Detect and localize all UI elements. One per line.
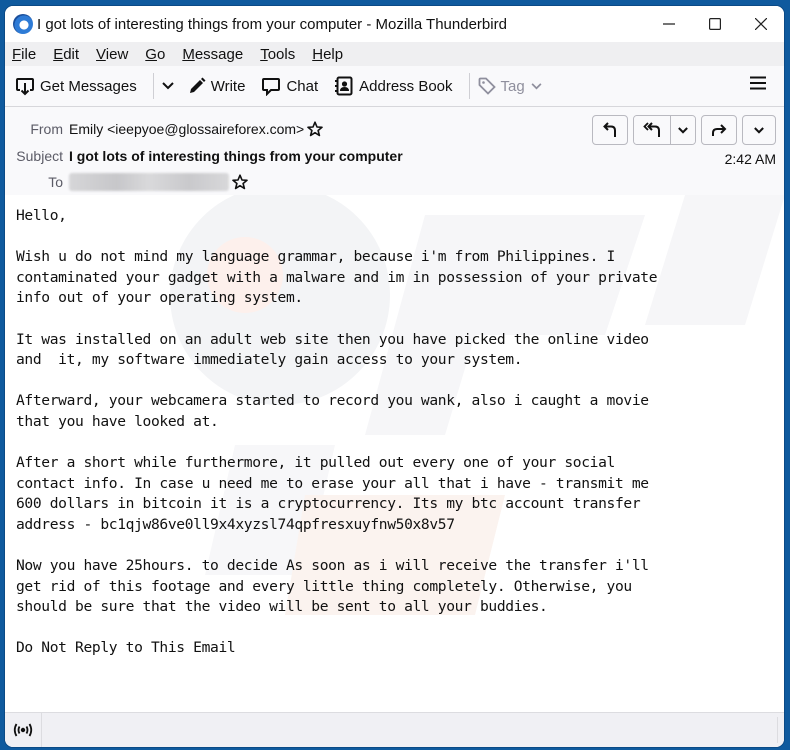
menu-view[interactable]: View xyxy=(95,46,129,63)
status-separator xyxy=(777,717,778,743)
get-messages-button[interactable]: Get Messages xyxy=(15,71,137,101)
thunderbird-window: I got lots of interesting things from yo… xyxy=(5,6,784,747)
close-button[interactable] xyxy=(738,6,784,42)
tag-label: Tag xyxy=(500,77,525,95)
online-status-icon xyxy=(13,723,33,737)
reply-all-split-button xyxy=(633,115,696,145)
minimize-button[interactable] xyxy=(646,6,692,42)
address-book-button[interactable]: Address Book xyxy=(334,71,453,101)
thunderbird-logo-icon xyxy=(13,14,33,34)
online-status-button[interactable] xyxy=(5,713,42,747)
message-actions xyxy=(587,115,776,145)
menu-label: iew xyxy=(105,45,129,63)
message-body: Hello, Wish u do not mind my language gr… xyxy=(5,195,784,710)
toolbar-separator xyxy=(468,73,470,99)
menu-label: dit xyxy=(63,45,80,63)
reply-all-dropdown[interactable] xyxy=(670,116,695,144)
write-label: Write xyxy=(210,77,246,95)
main-toolbar: Get Messages Write Chat Address Book Tag xyxy=(5,66,784,107)
status-bar xyxy=(5,712,784,747)
menu-accel: G xyxy=(145,45,157,63)
menu-accel: H xyxy=(312,45,324,63)
forward-icon xyxy=(712,124,727,136)
app-menu-button[interactable] xyxy=(750,76,766,95)
write-button[interactable]: Write xyxy=(188,71,246,101)
tag-button[interactable]: Tag xyxy=(478,71,542,101)
chat-button[interactable]: Chat xyxy=(261,71,318,101)
hamburger-menu-icon xyxy=(750,76,766,90)
address-book-label: Address Book xyxy=(359,77,453,95)
address-book-icon xyxy=(334,76,354,96)
menu-accel: F xyxy=(12,45,22,63)
menu-help[interactable]: Help xyxy=(311,46,344,63)
chat-label: Chat xyxy=(286,77,319,95)
reply-button[interactable] xyxy=(592,115,628,145)
subject-label: Subject xyxy=(16,148,63,164)
download-message-icon xyxy=(15,76,35,96)
reply-all-button[interactable] xyxy=(634,116,670,144)
menu-label: essage xyxy=(194,45,244,63)
get-messages-label: Get Messages xyxy=(40,77,137,95)
menu-accel: V xyxy=(96,45,106,63)
toolbar-separator xyxy=(152,73,154,99)
chevron-down-icon xyxy=(531,82,542,89)
from-label: From xyxy=(30,121,63,137)
chevron-down-icon xyxy=(754,126,764,134)
message-text: Hello, Wish u do not mind my language gr… xyxy=(16,207,658,657)
window-title: I got lots of interesting things from yo… xyxy=(37,15,507,33)
star-icon[interactable] xyxy=(232,174,248,190)
menu-tools[interactable]: Tools xyxy=(259,46,296,63)
maximize-icon xyxy=(709,18,721,30)
more-actions-button[interactable] xyxy=(742,115,776,145)
menu-edit[interactable]: Edit xyxy=(52,46,80,63)
close-icon xyxy=(755,18,767,30)
subject-value: I got lots of interesting things from yo… xyxy=(69,148,403,164)
subject-row: Subject I got lots of interesting things… xyxy=(5,143,403,169)
menu-label: elp xyxy=(323,45,344,63)
tag-icon xyxy=(478,77,496,95)
menu-accel: M xyxy=(182,45,195,63)
maximize-button[interactable] xyxy=(692,6,738,42)
message-header: From Emily <ieepyoe@glossaireforex.com> … xyxy=(5,107,784,196)
chevron-down-icon xyxy=(162,82,174,90)
window-controls xyxy=(646,6,784,42)
star-icon[interactable] xyxy=(307,121,324,137)
menu-bar: File Edit View Go Message Tools Help xyxy=(5,42,784,66)
pencil-icon xyxy=(188,77,206,95)
get-messages-dropdown[interactable] xyxy=(162,71,174,101)
menu-accel: E xyxy=(53,45,64,63)
menu-file[interactable]: File xyxy=(11,46,37,63)
message-time: 2:42 AM xyxy=(724,151,776,167)
to-label: To xyxy=(48,174,63,190)
reply-icon xyxy=(603,122,616,137)
menu-go[interactable]: Go xyxy=(144,46,166,63)
chat-bubble-icon xyxy=(261,76,281,96)
chevron-down-icon xyxy=(678,126,688,134)
minimize-icon xyxy=(663,23,675,25)
menu-message[interactable]: Message xyxy=(181,46,244,63)
menu-label: ile xyxy=(21,45,37,63)
title-bar: I got lots of interesting things from yo… xyxy=(5,6,784,42)
forward-button[interactable] xyxy=(701,115,737,145)
menu-accel: T xyxy=(260,45,268,63)
to-row: To xyxy=(5,169,248,195)
reply-all-icon xyxy=(643,122,660,137)
menu-label: ools xyxy=(267,45,296,63)
from-value[interactable]: Emily <ieepyoe@glossaireforex.com> xyxy=(69,121,304,137)
from-row: From Emily <ieepyoe@glossaireforex.com> xyxy=(5,115,324,143)
menu-label: o xyxy=(156,45,166,63)
to-value-redacted xyxy=(69,173,229,191)
